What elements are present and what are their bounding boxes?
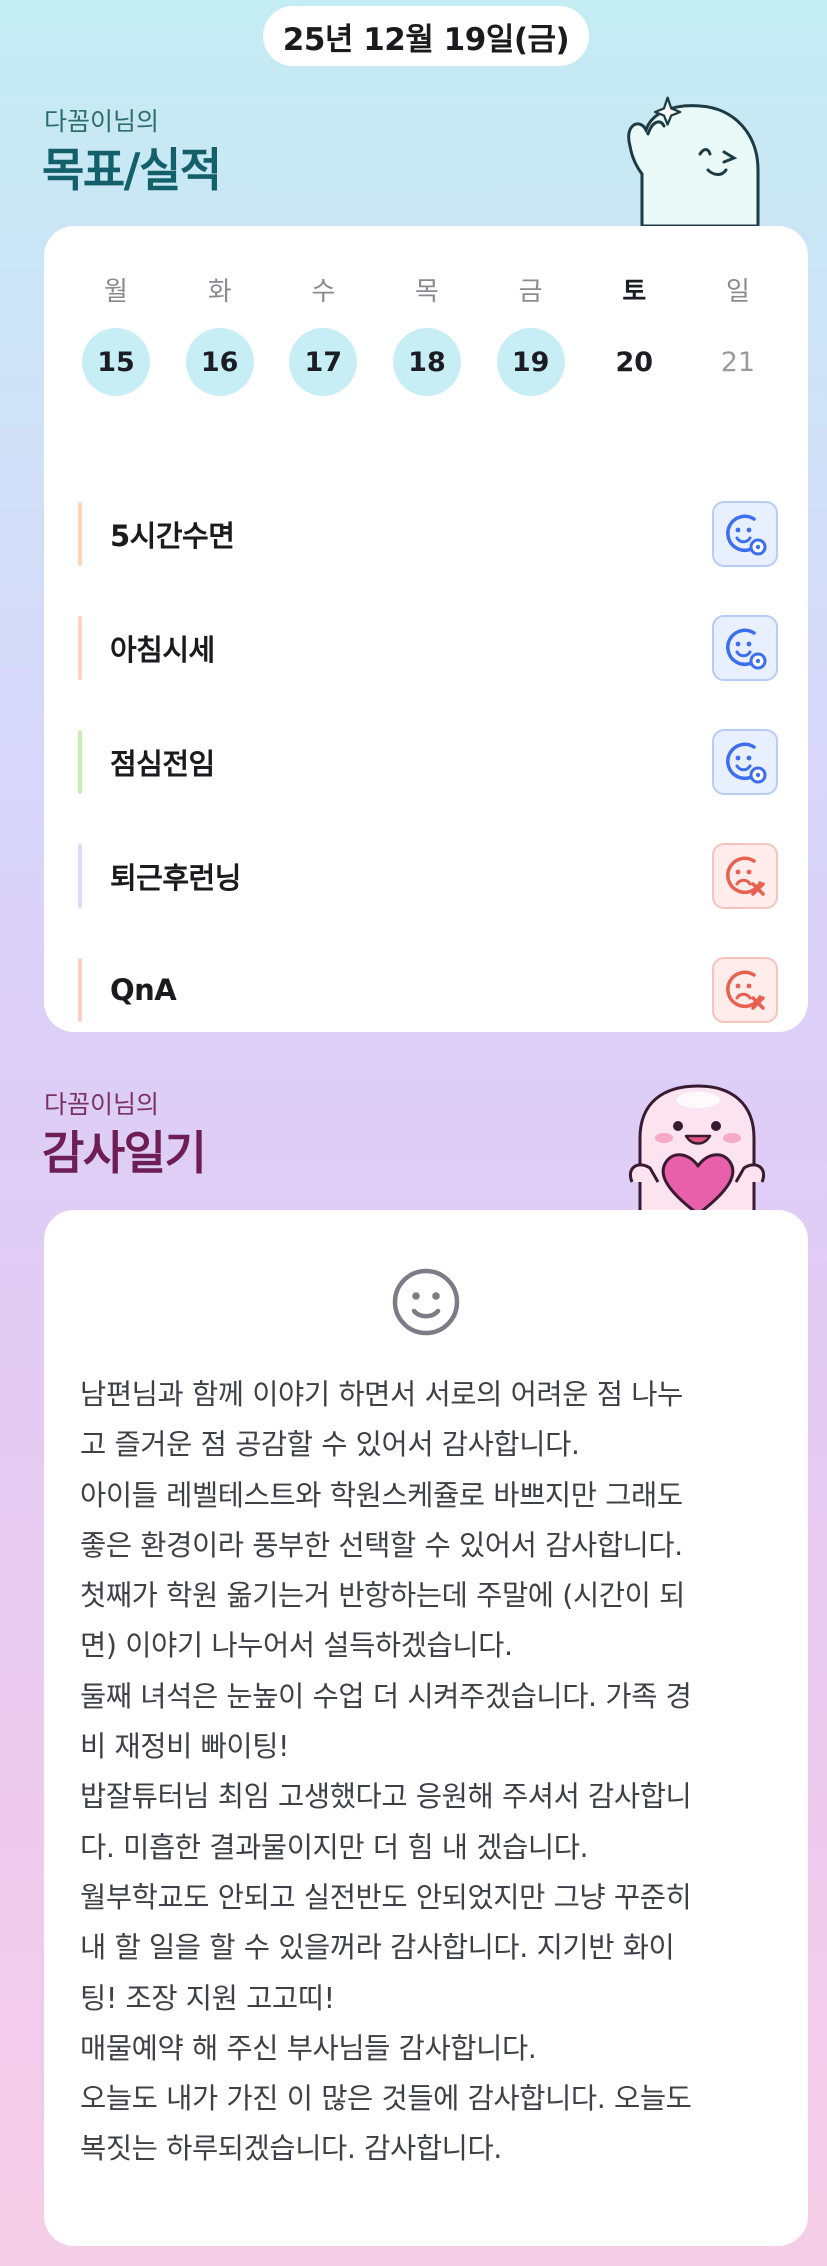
diary-line: 다. 미흡한 결과물이지만 더 힘 내 겠습니다. [80,1830,589,1864]
weekday-label: 금 [518,277,543,307]
goal-row[interactable]: 퇴근후런닝 [78,840,778,912]
diary-line: 좋은 환경이라 풍부한 선택할 수 있어서 감사합니다. [80,1528,683,1562]
goal-label: 점심전임 [110,747,215,781]
diary-text: 남편님과 함께 이야기 하면서 서로의 어려운 점 나누고 즐거운 점 공감할 … [80,1370,780,2175]
date-20[interactable]: 20 [600,328,668,396]
date-label: 25년 12월 19일(금) [282,21,570,58]
heart-mascot-icon [629,1084,765,1214]
goal-color-bar [78,502,82,566]
goal-label: 퇴근후런닝 [110,861,241,895]
date-pill[interactable]: 25년 12월 19일(금) [263,6,589,66]
diary-line: 첫째가 학원 옮기는거 반항하는데 주말에 (시간이 되 [80,1579,685,1613]
weekday-label: 토 [622,277,647,307]
diary-card: 남편님과 함께 이야기 하면서 서로의 어려운 점 나누고 즐거운 점 공감할 … [44,1210,808,2246]
weekday-label: 목 [415,277,439,307]
goal-color-bar [78,730,82,794]
smile-icon [392,1268,460,1336]
date-15[interactable]: 15 [82,328,150,396]
frown-x-icon[interactable] [712,843,778,909]
ghost-mascot-icon [627,96,760,226]
diary-line: 복짓는 하루되겠습니다. 감사합니다. [80,2132,502,2166]
goals-subtitle: 다꼼이님의 [44,107,160,136]
goal-row[interactable]: 점심전임 [78,726,778,798]
goal-label: 5시간수면 [110,519,235,553]
goals-title: 목표/실적 [42,143,222,197]
diary-line: 오늘도 내가 가진 이 많은 것들에 감사합니다. 오늘도 [80,2082,692,2116]
weekday-label: 화 [207,277,232,307]
goal-row[interactable]: 5시간수면 [78,498,778,570]
diary-line: 매물예약 해 주신 부사님들 감사합니다. [80,2031,537,2065]
diary-line: 둘째 녀석은 눈높이 수업 더 시켜주겠습니다. 가족 경 [80,1679,692,1713]
diary-line: 아이들 레벨테스트와 학원스케쥴로 바쁘지만 그래도 [80,1478,683,1512]
date-21[interactable]: 21 [704,328,772,396]
weekday-label: 수 [311,277,336,307]
weekday-label: 일 [725,277,750,307]
smile-check-icon[interactable] [712,501,778,567]
date-18[interactable]: 18 [392,328,461,396]
date-17[interactable]: 17 [289,328,358,396]
week-strip: 월 화 수 목 금 토 일 15 16 17 18 19 20 21 [82,274,772,396]
frown-x-icon[interactable] [712,957,778,1023]
diary-line: 월부학교도 안되고 실전반도 안되었지만 그냥 꾸준히 [80,1880,692,1914]
diary-subtitle: 다꼼이님의 [44,1090,160,1119]
diary-line: 고 즐거운 점 공감할 수 있어서 감사합니다. [80,1428,580,1462]
goal-label: QnA [110,973,177,1007]
diary-title: 감사일기 [42,1126,207,1180]
goal-color-bar [78,616,82,680]
goal-color-bar [78,958,82,1022]
diary-line: 면) 이야기 나누어서 설득하겠습니다. [80,1629,513,1663]
goals-card: 월 화 수 목 금 토 일 15 16 17 18 19 20 21 5시간수면아침시세점심전임퇴근후런… [44,226,808,1032]
date-19[interactable]: 19 [496,328,565,396]
goal-row[interactable]: 아침시세 [78,612,778,684]
diary-line: 비 재정비 빠이팅! [80,1730,290,1764]
smile-check-icon[interactable] [712,729,778,795]
diary-line: 팅! 조장 지원 고고띠! [80,1981,335,2015]
goal-row[interactable]: QnA [78,954,778,1026]
smile-check-icon[interactable] [712,615,778,681]
diary-line: 밥잘튜터님 최임 고생했다고 응원해 주셔서 감사합니 [80,1780,692,1814]
goal-color-bar [78,844,82,908]
weekday-label: 월 [104,277,128,307]
diary-line: 내 할 일을 할 수 있을꺼라 감사합니다. 지기반 화이 [80,1931,675,1965]
goal-label: 아침시세 [110,633,215,667]
diary-line: 남편님과 함께 이야기 하면서 서로의 어려운 점 나누 [80,1378,683,1411]
date-16[interactable]: 16 [185,328,254,396]
